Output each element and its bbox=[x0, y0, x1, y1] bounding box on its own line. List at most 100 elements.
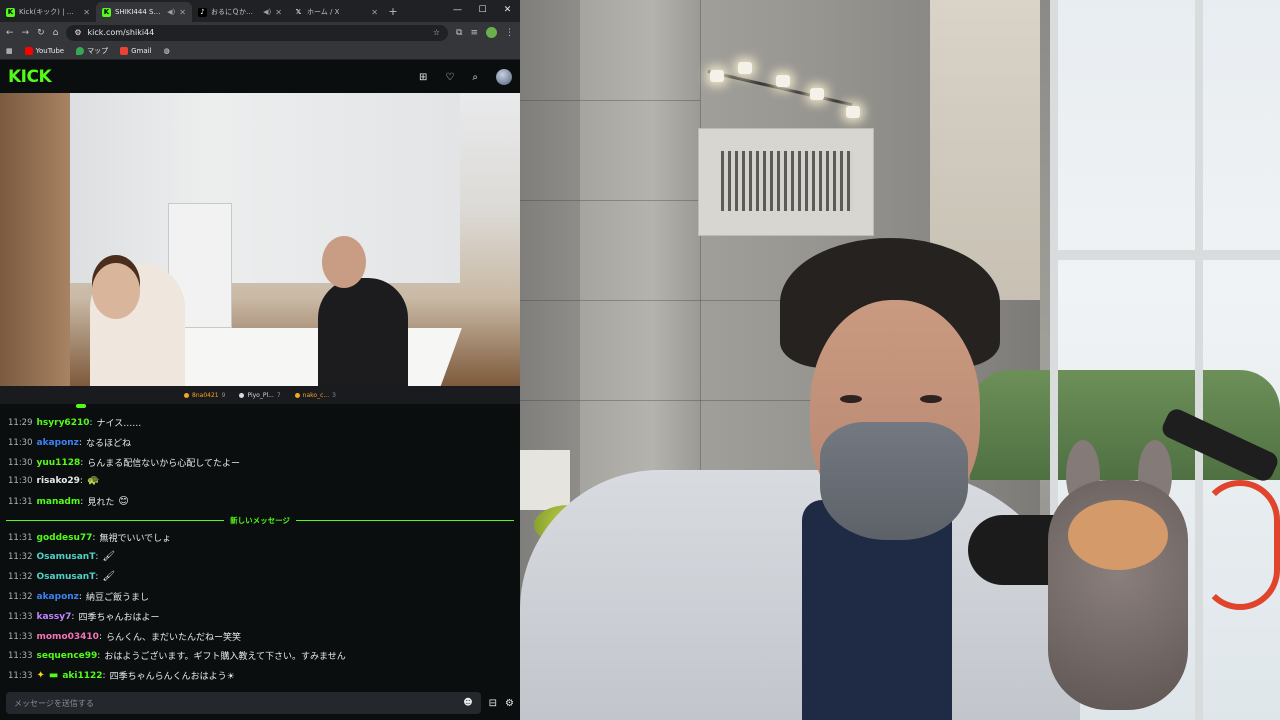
gift-icon[interactable]: ⊞ bbox=[419, 72, 427, 83]
avatar[interactable] bbox=[496, 69, 512, 85]
chat-username[interactable]: OsamusanT bbox=[37, 572, 96, 582]
chat-timestamp: 11:32 bbox=[8, 591, 33, 602]
gifter-item[interactable]: nako_c... 3 bbox=[294, 392, 336, 399]
speaker-icon[interactable]: ◀) bbox=[263, 8, 271, 16]
site-info-icon[interactable]: ⚙ bbox=[74, 28, 81, 37]
stream-video[interactable] bbox=[0, 93, 520, 386]
chat-timestamp: 11:33 bbox=[8, 650, 33, 661]
chat-text: 見れた bbox=[87, 498, 115, 508]
chat-username[interactable]: manadm bbox=[37, 497, 81, 507]
globe-icon[interactable]: ◍ bbox=[164, 47, 170, 55]
chat-username[interactable]: kassy7 bbox=[37, 612, 72, 622]
minimize-icon[interactable]: — bbox=[445, 0, 470, 22]
chat-username[interactable]: yuu1128 bbox=[37, 458, 81, 468]
speaker-icon[interactable]: ◀) bbox=[167, 8, 175, 16]
chat-username[interactable]: momo03410 bbox=[37, 632, 99, 642]
gifter-name: Piyo_Pl... bbox=[247, 391, 274, 399]
settings-gear-icon[interactable]: ⚙ bbox=[505, 698, 514, 709]
close-icon[interactable]: ✕ bbox=[371, 8, 378, 17]
close-icon[interactable]: ✕ bbox=[83, 8, 90, 17]
search-icon[interactable]: ⌕ bbox=[472, 72, 478, 83]
gift-badge-icon bbox=[184, 392, 190, 398]
chat-text: ナイス…… bbox=[96, 419, 142, 429]
gift-chat-icon[interactable]: ⊟ bbox=[489, 698, 497, 709]
apps-grid-icon[interactable]: ▦ bbox=[6, 47, 13, 55]
chat-timestamp: 11:30 bbox=[8, 457, 33, 468]
chat-message: 11:33 kassy7: 四季ちゃんおはよー bbox=[8, 610, 159, 624]
tab-title: Kick(キック) | リアルタイ bbox=[19, 8, 80, 16]
chat-message: 11:31 manadm: 見れた 😊 bbox=[8, 495, 129, 508]
chat-message: 11:33 momo03410: らんくん、まだいたんだねー笑笑 bbox=[8, 630, 241, 644]
tab-kick-home[interactable]: K Kick(キック) | リアルタイ ✕ bbox=[0, 2, 96, 22]
chat-timestamp: 11:29 bbox=[8, 417, 33, 428]
chat-text: らんくん、まだいたんだねー笑笑 bbox=[105, 633, 241, 643]
chat-text: 納豆ご飯うまし bbox=[85, 593, 149, 603]
chat-username[interactable]: risako29 bbox=[37, 476, 80, 486]
bookmark-maps[interactable]: マップ bbox=[76, 46, 108, 56]
new-tab-button[interactable]: + bbox=[384, 2, 402, 22]
plush-toy bbox=[1028, 440, 1198, 710]
reload-icon[interactable]: ↻ bbox=[37, 28, 45, 38]
forward-icon[interactable]: → bbox=[22, 28, 30, 38]
address-bar[interactable]: ⚙ kick.com/shiki44 ☆ bbox=[66, 24, 449, 41]
air-vent bbox=[698, 128, 874, 236]
tab-strip: K Kick(キック) | リアルタイ ✕ K SHIKI444 Stream … bbox=[0, 0, 520, 22]
ceiling-lamp bbox=[738, 62, 752, 74]
close-icon[interactable]: ✕ bbox=[275, 8, 282, 17]
profile-avatar[interactable] bbox=[486, 27, 497, 38]
coiled-cable bbox=[1200, 480, 1280, 610]
chat-username[interactable]: sequence99 bbox=[37, 651, 98, 661]
chat-message: 11:31 goddesu77: 無視でいいでしょ bbox=[8, 531, 172, 545]
chat-username[interactable]: akaponz bbox=[37, 592, 79, 602]
chat-text: 無視でいいでしょ bbox=[99, 534, 172, 544]
video-background bbox=[40, 93, 460, 283]
chat-separator: : bbox=[80, 457, 84, 468]
kick-logo[interactable]: KICK bbox=[8, 67, 52, 87]
ceiling-lamp bbox=[710, 70, 724, 82]
kick-tab-icon: K bbox=[6, 7, 15, 17]
chat-timestamp: 11:31 bbox=[8, 532, 33, 543]
gifter-item[interactable]: Piyo_Pl... 7 bbox=[239, 391, 281, 399]
close-window-icon[interactable]: ✕ bbox=[495, 0, 520, 22]
chat-emote: 😊 bbox=[118, 496, 129, 507]
chat-timestamp: 11:33 bbox=[8, 611, 33, 622]
chat-username[interactable]: akaponz bbox=[37, 438, 79, 448]
home-icon[interactable]: ⌂ bbox=[53, 28, 59, 38]
media-control-icon[interactable]: ≡ bbox=[470, 28, 478, 38]
chat-username[interactable]: goddesu77 bbox=[37, 533, 93, 543]
chat-message: 11:33 ✦ ▬ aki1122: 四季ちゃんらんくんおはよう☀ bbox=[8, 669, 235, 682]
bookmark-label: Gmail bbox=[131, 47, 152, 55]
chat-badge-stub bbox=[76, 404, 86, 408]
tab-x-home[interactable]: 𝕏 ホーム / X ✕ bbox=[288, 2, 384, 22]
chat-message: 11:30 risako29: 🐢 bbox=[8, 475, 99, 486]
tab-tiktok[interactable]: ♪ おるにＱかわいい ◀) ✕ bbox=[192, 2, 288, 22]
tab-title: SHIKI444 Stream bbox=[115, 8, 164, 16]
chat-message: 11:32 akaponz: 納豆ご飯うまし bbox=[8, 590, 149, 604]
menu-icon[interactable]: ⋮ bbox=[505, 28, 514, 38]
bookmark-gmail[interactable]: Gmail bbox=[120, 47, 152, 55]
new-messages-label: 新しいメッセージ bbox=[230, 515, 290, 525]
streamer-body bbox=[520, 470, 1080, 720]
chat-separator: : bbox=[98, 631, 102, 642]
emoji-icon[interactable]: ☻ bbox=[463, 698, 472, 708]
gifter-item[interactable]: 8na0421 9 bbox=[184, 392, 225, 399]
chat-username[interactable]: aki1122 bbox=[62, 671, 102, 681]
close-icon[interactable]: ✕ bbox=[179, 8, 186, 17]
maximize-icon[interactable]: ☐ bbox=[470, 0, 495, 22]
chat-separator: : bbox=[92, 532, 96, 543]
chat-badge-icon: ✦ bbox=[36, 670, 45, 681]
extensions-icon[interactable]: ⧉ bbox=[456, 28, 462, 38]
chat-username[interactable]: OsamusanT bbox=[37, 552, 96, 562]
bookmark-youtube[interactable]: YouTube bbox=[24, 47, 64, 55]
back-icon[interactable]: ← bbox=[6, 28, 14, 38]
chat-message: 11:32 OsamusanT: 🖌 bbox=[8, 571, 115, 582]
chat-input[interactable]: メッセージを送信する ☻ bbox=[6, 692, 481, 714]
tab-shiki-stream[interactable]: K SHIKI444 Stream ◀) ✕ bbox=[96, 2, 192, 22]
bookmark-star-icon[interactable]: ☆ bbox=[433, 28, 440, 37]
tab-title: おるにＱかわいい bbox=[211, 8, 259, 16]
chat-emote: 🖌 bbox=[102, 551, 116, 562]
heart-icon[interactable]: ♡ bbox=[445, 72, 454, 83]
chat-username[interactable]: hsyry6210 bbox=[37, 418, 90, 428]
chat-panel[interactable]: 新しいメッセージ 11:29 hsyry6210: ナイス…… 11:30 akapon… bbox=[0, 404, 520, 686]
chat-timestamp: 11:30 bbox=[8, 475, 33, 486]
